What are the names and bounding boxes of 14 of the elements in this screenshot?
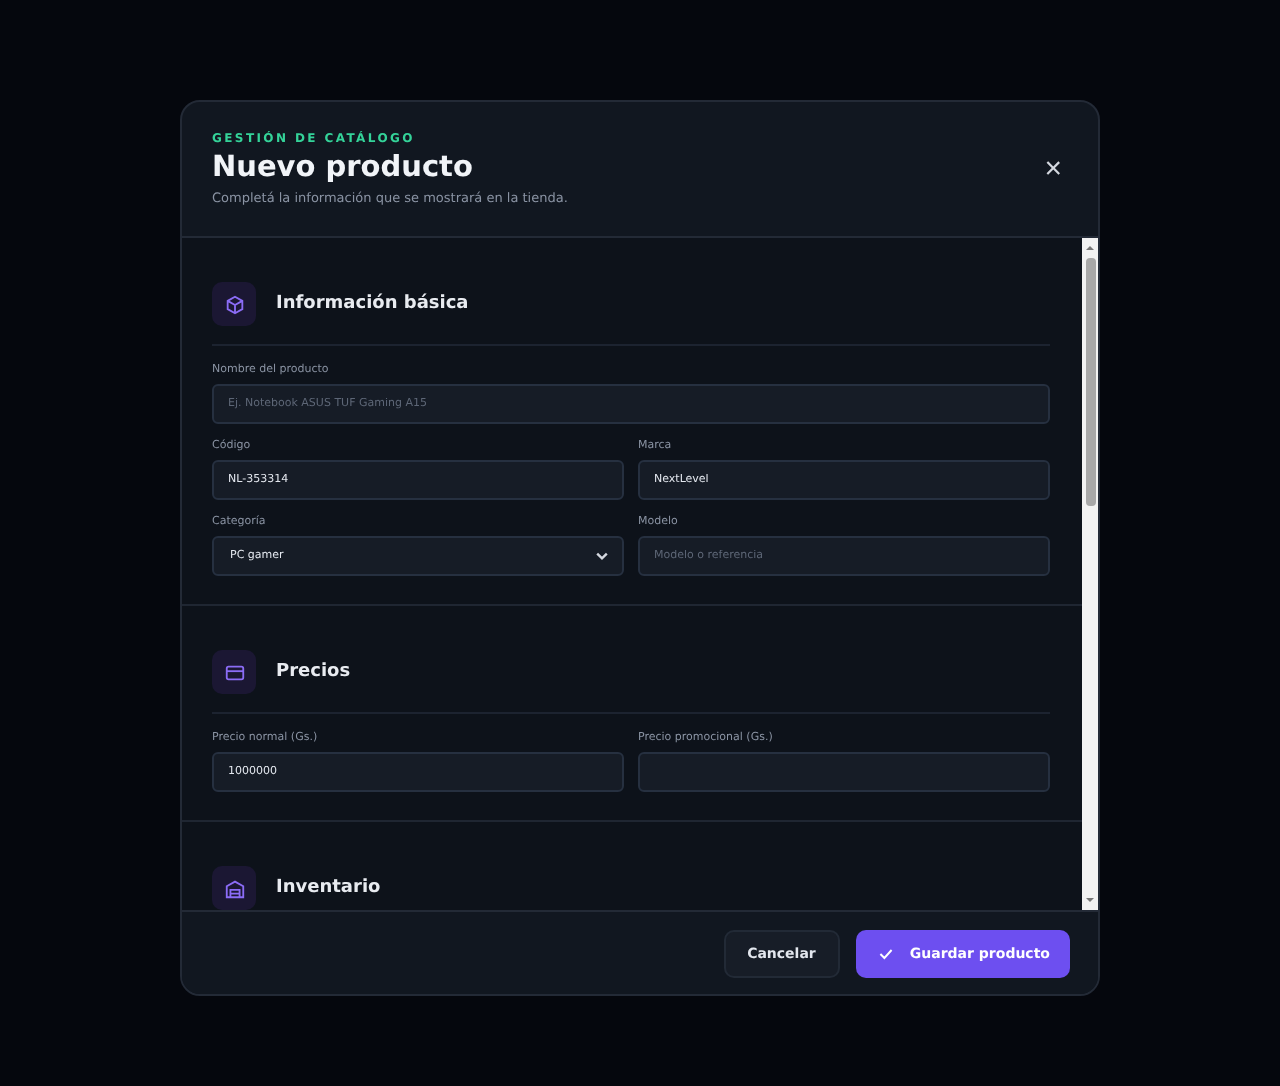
- scroll-down-icon[interactable]: [1084, 894, 1096, 906]
- scroll-up-icon[interactable]: [1084, 242, 1096, 254]
- section-title: Información básica: [276, 294, 469, 314]
- scrollbar[interactable]: [1082, 238, 1098, 910]
- input-field[interactable]: [638, 752, 1050, 792]
- close-button[interactable]: ×: [1044, 154, 1062, 184]
- section-title: Precios: [276, 662, 351, 682]
- cube-icon: [212, 282, 256, 326]
- check-icon: [877, 945, 894, 961]
- section-title: Inventario: [276, 878, 381, 898]
- card-icon: [212, 650, 256, 694]
- warehouse-icon: [212, 866, 256, 910]
- chevron-down-icon: [594, 548, 610, 564]
- dialog-title: Nuevo producto: [212, 152, 473, 184]
